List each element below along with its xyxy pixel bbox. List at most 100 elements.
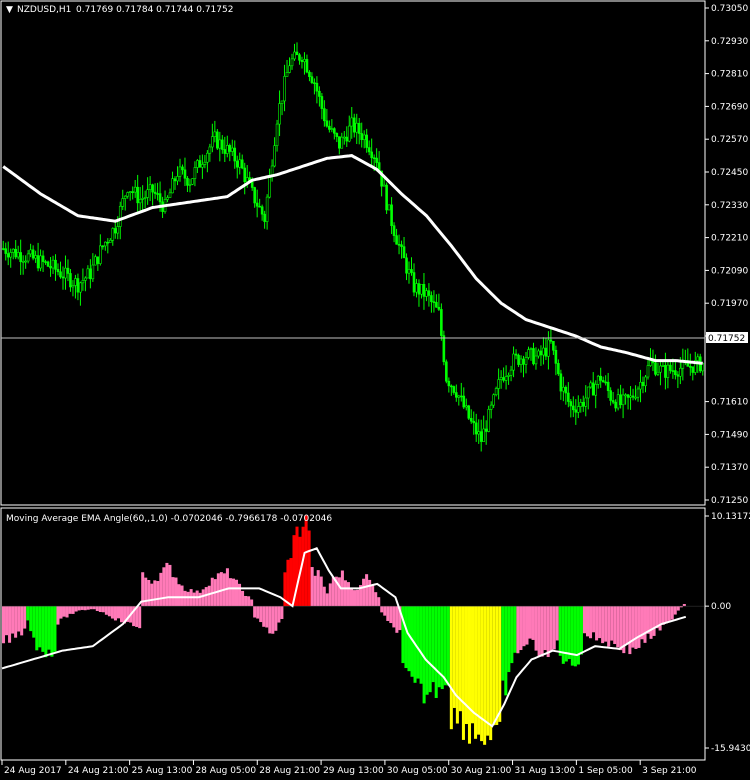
candle-body: [489, 404, 493, 410]
candle-body: [111, 228, 115, 241]
candle-body: [674, 370, 677, 376]
candle-body: [532, 348, 535, 365]
candle-body: [609, 390, 612, 401]
candle-body: [572, 405, 575, 411]
histogram-bar: [561, 606, 565, 664]
candle-body: [497, 379, 500, 389]
histogram-bar: [256, 606, 260, 619]
histogram-bar: [419, 606, 423, 684]
histogram-bar: [250, 599, 254, 607]
candle-body: [136, 186, 139, 204]
histogram-bar: [201, 589, 205, 607]
histogram-bar: [416, 606, 420, 679]
candle-body: [148, 184, 152, 191]
candle-body: [430, 295, 433, 302]
histogram-bar: [92, 606, 96, 610]
candle-body: [564, 386, 568, 394]
histogram-bar: [244, 595, 248, 607]
histogram-bar: [637, 606, 641, 648]
candle-body: [425, 290, 428, 297]
histogram-bar: [458, 606, 462, 712]
candle-body: [492, 394, 495, 406]
price-tick-label: 0.72690: [711, 102, 748, 112]
candle-body: [280, 100, 284, 104]
histogram-bar: [431, 606, 435, 683]
candle-body: [659, 365, 662, 373]
candle-body: [245, 177, 249, 183]
histogram-bar: [425, 606, 429, 695]
histogram-bar: [265, 606, 269, 628]
candle-body: [285, 72, 289, 77]
candle-body: [46, 261, 50, 267]
candle-body: [230, 147, 234, 152]
histogram-bar: [522, 606, 526, 647]
histogram-bar: [395, 606, 399, 633]
histogram-bar: [501, 606, 505, 681]
histogram-bar: [83, 606, 87, 611]
histogram-bar: [307, 530, 311, 607]
candle-body: [405, 257, 408, 274]
candle-body: [569, 401, 573, 407]
histogram-bar: [616, 606, 620, 648]
candle-body: [240, 159, 244, 169]
candle-body: [320, 96, 324, 109]
histogram-bar: [204, 587, 208, 607]
candle-body: [442, 335, 446, 363]
candle-body: [512, 353, 515, 371]
histogram-bar: [446, 606, 450, 686]
candle-body: [576, 406, 580, 413]
histogram-bar: [277, 606, 281, 623]
candle-body: [151, 184, 154, 193]
histogram-bar: [110, 606, 114, 619]
candle-body: [303, 59, 306, 63]
histogram-bar: [5, 606, 9, 636]
candle-body: [370, 151, 373, 159]
candle-body: [537, 350, 540, 357]
candle-body: [59, 271, 62, 278]
histogram-bar: [555, 606, 559, 641]
candle-body: [113, 228, 117, 234]
histogram-bar: [23, 606, 27, 629]
candle-body: [664, 365, 667, 378]
histogram-bar: [101, 606, 105, 613]
candle-body: [193, 167, 197, 179]
histogram-bar: [120, 606, 124, 623]
histogram-bar: [231, 578, 235, 607]
histogram-bar: [492, 606, 496, 726]
candle-body: [300, 59, 304, 63]
candle-body: [31, 249, 35, 259]
candle-body: [367, 147, 371, 153]
histogram-bar: [113, 606, 117, 621]
price-tick-label: 0.72450: [711, 168, 748, 178]
candle-body: [499, 377, 503, 380]
histogram-bar: [585, 606, 590, 637]
time-tick-label: 1 Sep 05:00: [578, 766, 633, 776]
candle-body: [81, 280, 85, 284]
candle-body: [447, 380, 451, 387]
candle-body: [288, 65, 291, 73]
time-tick-label: 24 Aug 21:00: [68, 766, 129, 776]
candle-body: [437, 306, 441, 310]
price-tick-label: 0.72330: [711, 201, 748, 211]
price-tick-label: 0.71970: [711, 299, 748, 309]
histogram-bar: [80, 606, 84, 610]
histogram-bar: [443, 606, 447, 686]
histogram-bar: [238, 583, 242, 607]
histogram-bar: [65, 606, 69, 618]
candle-body: [9, 252, 13, 258]
histogram-bar: [383, 606, 387, 616]
histogram-bar: [50, 606, 54, 657]
indicator-tick-label: 10.13172: [711, 512, 750, 522]
histogram-bar: [280, 606, 284, 619]
histogram-bar: [107, 606, 111, 617]
histogram-bar: [643, 606, 647, 643]
candle-body: [203, 161, 207, 165]
candle-body: [606, 381, 610, 391]
candle-body: [427, 290, 431, 296]
histogram-bar: [159, 572, 163, 607]
candle-body: [417, 283, 421, 295]
candle-body: [410, 269, 413, 273]
price-tick-label: 0.71370: [711, 463, 748, 473]
histogram-bar: [268, 606, 272, 634]
candle-body: [273, 145, 276, 167]
